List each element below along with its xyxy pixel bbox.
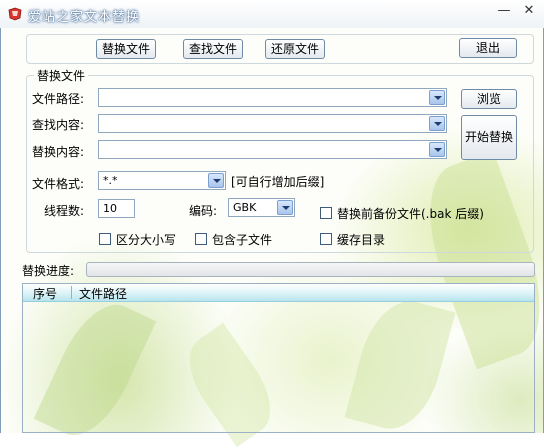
restore-file-button[interactable]: 还原文件 (265, 39, 325, 59)
file-list[interactable]: 序号 文件路径 (22, 283, 535, 433)
title-bar[interactable]: 爱站之家文本替换 — ✕ (0, 0, 544, 28)
backup-checkbox[interactable] (320, 207, 332, 219)
progress-label: 替换进度: (22, 264, 75, 278)
file-format-label: 文件格式: (32, 177, 85, 191)
threads-label: 线程数: (44, 204, 85, 218)
start-replace-button[interactable]: 开始替换 (461, 115, 517, 160)
include-subfiles-checkbox[interactable] (195, 233, 207, 245)
chevron-down-icon[interactable] (277, 200, 293, 215)
include-subfiles-label: 包含子文件 (212, 233, 273, 247)
file-path-label: 文件路径: (32, 92, 85, 106)
encoding-value: GBK (233, 201, 257, 214)
find-content-combo[interactable] (98, 114, 447, 133)
chevron-down-icon[interactable] (429, 116, 445, 131)
minimize-button[interactable]: — (493, 2, 515, 20)
find-file-button[interactable]: 查找文件 (183, 39, 243, 59)
chevron-down-icon[interactable] (429, 90, 445, 105)
column-header-index[interactable]: 序号 (33, 285, 57, 302)
replace-content-label: 替换内容: (32, 145, 85, 159)
browse-button[interactable]: 浏览 (461, 89, 517, 109)
case-sensitive-label: 区分大小写 (116, 233, 177, 247)
column-header-file-path[interactable]: 文件路径 (79, 285, 127, 302)
encoding-combo[interactable]: GBK (228, 198, 295, 217)
app-icon (8, 7, 22, 21)
column-separator[interactable] (71, 286, 72, 299)
encoding-label: 编码: (189, 204, 218, 218)
cache-dir-label: 缓存目录 (337, 233, 386, 247)
file-format-combo[interactable]: *.* (98, 171, 226, 190)
threads-input[interactable]: 10 (98, 199, 135, 218)
window-title: 爱站之家文本替换 (28, 10, 141, 25)
chevron-down-icon[interactable] (208, 173, 224, 188)
file-format-value: *.* (103, 174, 118, 187)
list-header: 序号 文件路径 (23, 284, 534, 302)
chevron-down-icon[interactable] (429, 142, 445, 157)
threads-value: 10 (103, 202, 117, 215)
replace-content-combo[interactable] (98, 140, 447, 159)
replace-group-legend: 替换文件 (34, 67, 89, 84)
find-content-label: 查找内容: (32, 118, 85, 132)
file-format-hint: [可自行增加后缀] (231, 175, 325, 189)
exit-button[interactable]: 退出 (459, 38, 517, 58)
file-path-combo[interactable] (98, 88, 447, 107)
backup-label: 替换前备份文件(.bak 后缀) (337, 207, 484, 221)
cache-dir-checkbox[interactable] (320, 233, 332, 245)
replace-file-button[interactable]: 替换文件 (96, 39, 156, 59)
case-sensitive-checkbox[interactable] (99, 233, 111, 245)
close-button[interactable]: ✕ (518, 2, 540, 20)
replace-progress-bar (86, 262, 535, 277)
window-border-left (0, 28, 1, 433)
